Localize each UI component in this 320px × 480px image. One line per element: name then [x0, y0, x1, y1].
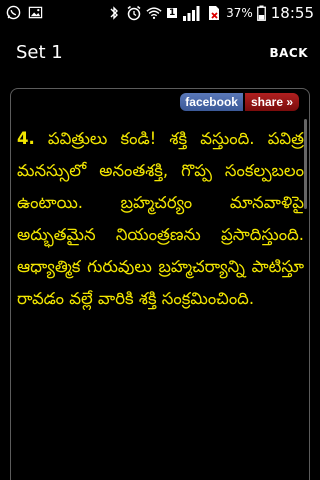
verse-text: పవిత్రులు కండి! శక్తి వస్తుంది. పవిత్ర మ… — [17, 129, 304, 308]
app-bar: Set 1 BACK — [0, 25, 320, 80]
notification-icons — [0, 5, 43, 21]
bluetooth-icon — [106, 5, 122, 21]
share-buttons: facebook share » — [180, 93, 299, 111]
sim-icon: 1 — [166, 7, 178, 18]
clock: 18:55 — [270, 3, 314, 22]
status-bar: 1 37% 18:55 — [0, 0, 320, 25]
battery-icon — [257, 5, 267, 21]
facebook-share-button[interactable]: facebook — [180, 93, 243, 111]
system-icons: 1 37% 18:55 — [106, 4, 320, 22]
scrollbar-thumb[interactable] — [304, 119, 307, 209]
content-card: facebook share » 4. పవిత్రులు కండి! శక్త… — [10, 88, 310, 480]
no-sim-icon — [206, 5, 222, 21]
verse-text-block: 4. పవిత్రులు కండి! శక్తి వస్తుంది. పవిత్… — [17, 123, 304, 315]
whatsapp-icon — [5, 5, 21, 21]
alarm-icon — [126, 5, 142, 21]
verse-number: 4. — [17, 129, 35, 148]
signal-icon — [182, 5, 202, 21]
wifi-icon — [146, 5, 162, 21]
share-button[interactable]: share » — [244, 93, 299, 111]
back-button[interactable]: BACK — [265, 40, 312, 66]
page-title: Set 1 — [16, 42, 63, 63]
gallery-icon — [27, 5, 43, 21]
battery-percent: 37% — [226, 5, 253, 20]
